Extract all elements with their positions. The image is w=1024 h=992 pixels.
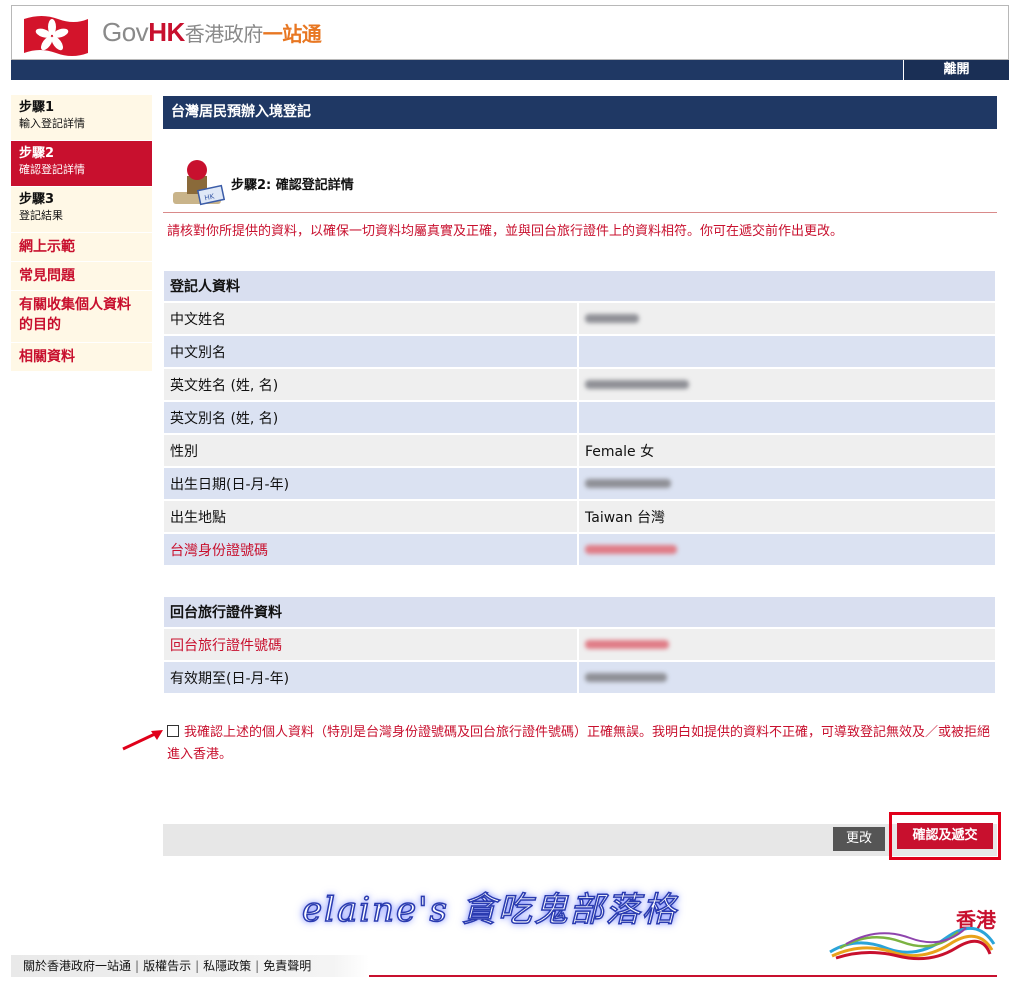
sidebar-link-online-demo[interactable]: 網上示範 bbox=[11, 233, 152, 262]
sidebar-link-privacy-purpose[interactable]: 有關收集個人資料的目的 bbox=[11, 291, 152, 343]
logo-hk-text: HK bbox=[148, 17, 185, 47]
red-arrow-annotation bbox=[122, 730, 163, 751]
field-label: 有效期至(日-月-年) bbox=[164, 662, 579, 693]
field-value-redacted bbox=[579, 468, 995, 499]
logo-gov-text: Gov bbox=[102, 17, 149, 47]
table-row: 台灣身份證號碼 bbox=[164, 534, 995, 565]
site-logo[interactable]: GovHK香港政府一站通 bbox=[102, 17, 322, 48]
sidebar-step-2-active: 步驟2 確認登記詳情 bbox=[11, 141, 152, 187]
site-header: GovHK香港政府一站通 bbox=[11, 5, 1009, 60]
field-label: 出生日期(日-月-年) bbox=[164, 468, 579, 499]
step-heading-row: HK 步驟2: 確認登記詳情 bbox=[163, 152, 997, 212]
step-heading: 步驟2: 確認登記詳情 bbox=[231, 178, 354, 193]
table-row: 出生地點 Taiwan 台灣 bbox=[164, 501, 995, 532]
declaration-checkbox[interactable] bbox=[167, 725, 179, 737]
footer-link-about[interactable]: 關於香港政府一站通 bbox=[23, 959, 131, 973]
field-value: Female 女 bbox=[579, 435, 995, 466]
blog-watermark: elaine's 貪吃鬼部落格 bbox=[301, 889, 678, 931]
table-row: 出生日期(日-月-年) bbox=[164, 468, 995, 499]
field-value-redacted bbox=[579, 662, 995, 693]
field-label: 出生地點 bbox=[164, 501, 579, 532]
declaration-text: 我確認上述的個人資料（特別是台灣身份證號碼及回台旅行證件號碼）正確無誤。我明白如… bbox=[167, 725, 991, 762]
travel-document-table: 回台旅行證件資料 回台旅行證件號碼 有效期至(日-月-年) bbox=[164, 595, 995, 695]
step-subtitle: 確認登記詳情 bbox=[19, 163, 85, 176]
sidebar-link-related-info[interactable]: 相關資料 bbox=[11, 343, 152, 372]
registrant-table: 登記人資料 中文姓名 中文別名 英文姓名 (姓, 名) 英文別名 (姓, 名) … bbox=[164, 269, 995, 567]
confirm-submit-button[interactable]: 確認及遞交 bbox=[897, 823, 993, 849]
field-label: 回台旅行證件號碼 bbox=[164, 629, 579, 660]
page-title: 台灣居民預辦入境登記 bbox=[163, 96, 997, 129]
logo-one-text: 一站通 bbox=[262, 24, 322, 46]
table-row: 英文別名 (姓, 名) bbox=[164, 402, 995, 433]
hk-flag-icon bbox=[24, 16, 88, 56]
field-value bbox=[579, 402, 995, 433]
step-subtitle: 輸入登記詳情 bbox=[19, 117, 85, 130]
edit-button[interactable]: 更改 bbox=[833, 827, 885, 851]
field-label: 中文姓名 bbox=[164, 303, 579, 334]
field-label: 英文姓名 (姓, 名) bbox=[164, 369, 579, 400]
table-row: 有效期至(日-月-年) bbox=[164, 662, 995, 693]
step-subtitle: 登記結果 bbox=[19, 209, 63, 222]
travel-doc-section-heading: 回台旅行證件資料 bbox=[164, 597, 995, 627]
logo-cn-text: 香港政府 bbox=[184, 24, 264, 46]
declaration: 我確認上述的個人資料（特別是台灣身份證號碼及回台旅行證件號碼）正確無誤。我明白如… bbox=[167, 722, 997, 766]
sidebar-step-1: 步驟1 輸入登記詳情 bbox=[11, 95, 152, 141]
site-footer: 關於香港政府一站通 | 版權告示 | 私隱政策 | 免責聲明 bbox=[11, 955, 997, 977]
logout-link[interactable]: 離開 bbox=[903, 60, 1009, 80]
step-title: 步驟2 bbox=[19, 146, 55, 161]
field-value: Taiwan 台灣 bbox=[579, 501, 995, 532]
table-row: 性別 Female 女 bbox=[164, 435, 995, 466]
table-row: 中文別名 bbox=[164, 336, 995, 367]
field-value-redacted bbox=[579, 629, 995, 660]
table-row: 英文姓名 (姓, 名) bbox=[164, 369, 995, 400]
instruction-note: 請核對你所提供的資料，以確保一切資料均屬真實及正確，並與回台旅行證件上的資料相符… bbox=[167, 224, 844, 239]
action-bar: 更改 確認及遞交 bbox=[163, 812, 1001, 860]
footer-link-privacy[interactable]: 私隱政策 bbox=[203, 959, 251, 973]
sidebar-step-3: 步驟3 登記結果 bbox=[11, 187, 152, 233]
footer-link-disclaimer[interactable]: 免責聲明 bbox=[263, 959, 311, 973]
sidebar-link-faq[interactable]: 常見問題 bbox=[11, 262, 152, 291]
field-label: 台灣身份證號碼 bbox=[164, 534, 579, 565]
step-title: 步驟3 bbox=[19, 192, 55, 207]
stamp-icon: HK bbox=[173, 160, 225, 206]
top-nav-bar: 離開 bbox=[11, 60, 1009, 80]
table-row: 中文姓名 bbox=[164, 303, 995, 334]
divider bbox=[163, 212, 997, 213]
field-label: 中文別名 bbox=[164, 336, 579, 367]
field-label: 英文別名 (姓, 名) bbox=[164, 402, 579, 433]
footer-link-copyright[interactable]: 版權告示 bbox=[143, 959, 191, 973]
main-content: 台灣居民預辦入境登記 HK 步驟2: 確認登記詳情 請核對你所提供的資料，以確保… bbox=[163, 96, 997, 762]
field-label: 性別 bbox=[164, 435, 579, 466]
field-value-redacted bbox=[579, 534, 995, 565]
brand-hong-kong-logo: 香港 bbox=[826, 904, 996, 962]
field-value bbox=[579, 336, 995, 367]
sidebar: 步驟1 輸入登記詳情 步驟2 確認登記詳情 步驟3 登記結果 網上示範 常見問題… bbox=[11, 95, 152, 372]
field-value-redacted bbox=[579, 303, 995, 334]
field-value-redacted bbox=[579, 369, 995, 400]
confirm-highlight-box: 確認及遞交 bbox=[889, 812, 1001, 860]
step-title: 步驟1 bbox=[19, 100, 55, 115]
table-row: 回台旅行證件號碼 bbox=[164, 629, 995, 660]
registrant-section-heading: 登記人資料 bbox=[164, 271, 995, 301]
footer-links: 關於香港政府一站通 | 版權告示 | 私隱政策 | 免責聲明 bbox=[11, 955, 369, 977]
